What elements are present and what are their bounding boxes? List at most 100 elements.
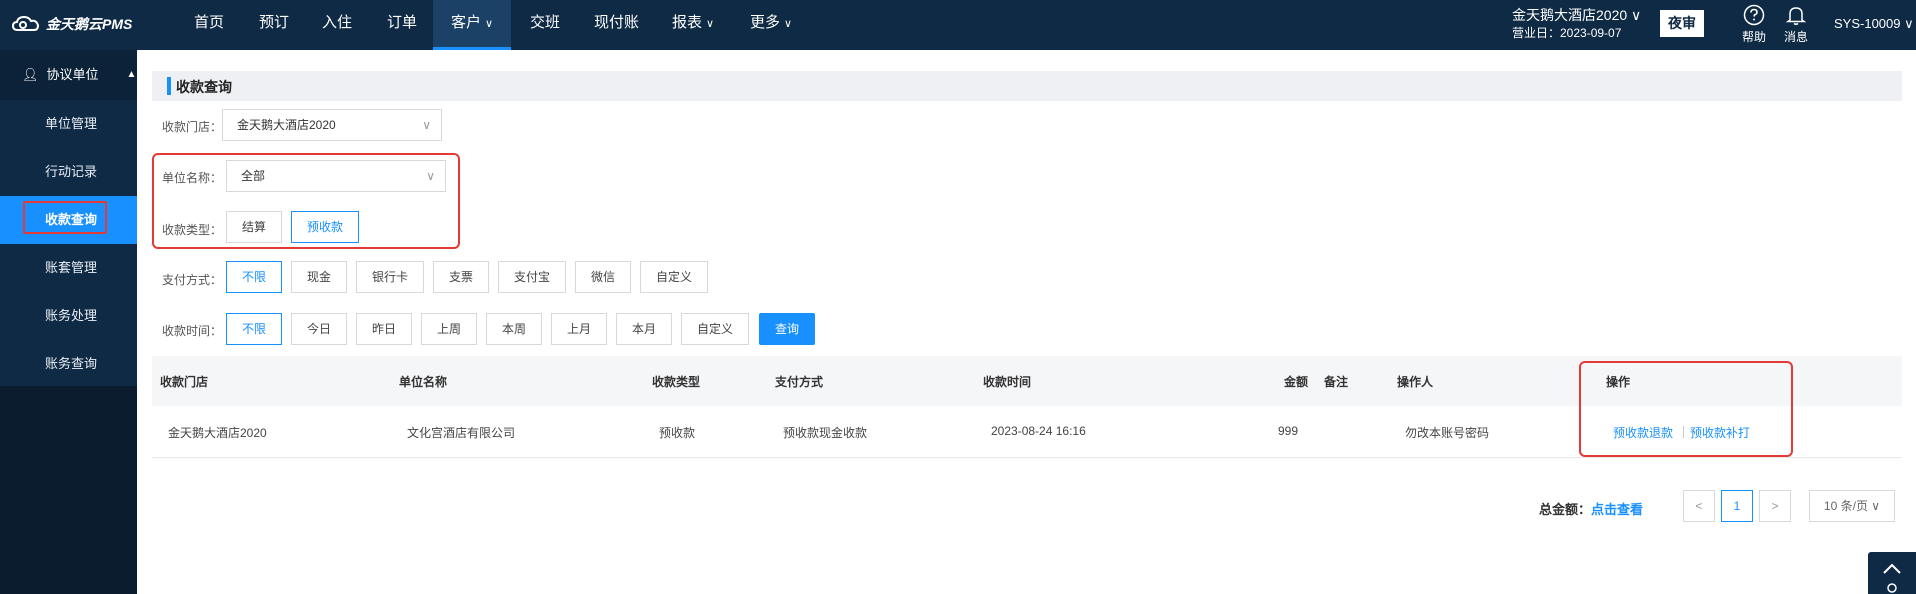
user-menu[interactable]: SYS-10009 ∨ bbox=[1834, 16, 1914, 32]
cell-amount: 999 bbox=[1278, 424, 1299, 438]
messages-button[interactable]: 消息 bbox=[1776, 4, 1816, 45]
help-label: 帮助 bbox=[1741, 30, 1766, 44]
store-label: 收款门店： bbox=[162, 120, 223, 134]
nav-item-cash-account[interactable]: 现付账 bbox=[594, 0, 639, 50]
sidebar-item-unit-management[interactable]: 单位管理 bbox=[0, 100, 137, 148]
unit-select[interactable]: 全部 ∨ bbox=[226, 160, 446, 192]
type-option-settlement[interactable]: 结算 bbox=[226, 211, 282, 243]
time-option-any[interactable]: 不限 bbox=[226, 313, 282, 345]
time-option-today[interactable]: 今日 bbox=[291, 313, 347, 345]
nav-item-booking[interactable]: 预订 bbox=[259, 0, 289, 50]
nav-label: 入住 bbox=[322, 14, 353, 31]
unit-label: 单位名称： bbox=[162, 171, 223, 185]
pay-option-any[interactable]: 不限 bbox=[226, 261, 282, 293]
nav-label: 报表 bbox=[672, 14, 703, 31]
chevron-up-icon: ▲ bbox=[126, 69, 137, 80]
sidebar-item-label: 行动记录 bbox=[45, 164, 98, 179]
time-option-last-week[interactable]: 上周 bbox=[421, 313, 477, 345]
sidebar-item-label: 账务处理 bbox=[45, 308, 98, 323]
chevron-down-icon: ∨ bbox=[485, 18, 494, 30]
sidebar-item-account-sets[interactable]: 账套管理 bbox=[0, 244, 137, 292]
pay-label: 支付方式： bbox=[162, 273, 223, 287]
store-select-value: 金天鹅大酒店2020 bbox=[237, 118, 336, 132]
hotel-name: 金天鹅大酒店2020 ∨ bbox=[1512, 7, 1642, 23]
bell-icon bbox=[1785, 7, 1807, 25]
sidebar-item-account-query[interactable]: 账务查询 bbox=[0, 340, 137, 388]
time-option-last-month[interactable]: 上月 bbox=[551, 313, 607, 345]
col-remark: 备注 bbox=[1324, 375, 1349, 389]
cell-store: 金天鹅大酒店2020 bbox=[168, 426, 267, 440]
nav-item-home[interactable]: 首页 bbox=[194, 0, 224, 50]
nav-item-more[interactable]: 更多 ∨ bbox=[750, 0, 792, 50]
cloud-logo-icon bbox=[12, 15, 39, 31]
col-method: 支付方式 bbox=[775, 375, 824, 389]
sidebar-group-label: 协议单位 bbox=[46, 67, 99, 82]
chevron-down-icon: ∨ bbox=[706, 18, 715, 30]
top-nav-bar: 金天鹅云PMS 首页 预订 入住 订单 客户 ∨ 交班 现付账 报表 ∨ 更多 ∨ 金… bbox=[0, 0, 1916, 50]
sidebar-item-payment-query[interactable]: 收款查询 bbox=[0, 196, 137, 244]
nav-label: 预订 bbox=[259, 14, 290, 31]
time-option-yesterday[interactable]: 昨日 bbox=[356, 313, 412, 345]
nav-item-checkin[interactable]: 入住 bbox=[322, 0, 352, 50]
brand-logo[interactable]: 金天鹅云PMS bbox=[12, 14, 132, 34]
back-to-top-button[interactable] bbox=[1868, 552, 1916, 594]
next-page-button[interactable]: > bbox=[1759, 490, 1791, 522]
query-button[interactable]: 查询 bbox=[759, 313, 815, 345]
night-audit-button[interactable]: 夜审 bbox=[1660, 10, 1704, 37]
pay-option-alipay[interactable]: 支付宝 bbox=[498, 261, 566, 293]
time-option-custom[interactable]: 自定义 bbox=[681, 313, 749, 345]
sidebar-footer-bg bbox=[0, 386, 137, 594]
nav-label: 首页 bbox=[194, 14, 225, 31]
type-option-advance[interactable]: 预收款 bbox=[291, 211, 359, 243]
sidebar-group-agreement-units[interactable]: 👤︎ 协议单位 ▲ bbox=[0, 50, 137, 100]
col-type: 收款类型 bbox=[652, 375, 701, 389]
chevron-down-icon: ∨ bbox=[422, 118, 431, 132]
cell-time: 2023-08-24 16:16 bbox=[991, 424, 1086, 438]
nav-label: 交班 bbox=[530, 14, 561, 31]
messages-label: 消息 bbox=[1783, 30, 1808, 44]
nav-item-customers[interactable]: 客户 ∨ bbox=[433, 0, 511, 50]
col-unit: 单位名称 bbox=[399, 375, 448, 389]
sidebar-item-label: 账务查询 bbox=[45, 356, 98, 371]
total-amount: 总金额：点击查看 bbox=[1539, 499, 1643, 518]
hotel-selector[interactable]: 金天鹅大酒店2020 ∨ 营业日：2023-09-07 bbox=[1512, 6, 1641, 42]
business-date: 营业日：2023-09-07 bbox=[1512, 26, 1622, 40]
chevron-down-icon: ∨ bbox=[426, 169, 435, 183]
help-button[interactable]: 帮助 bbox=[1734, 4, 1774, 45]
cell-unit: 文化宫酒店有限公司 bbox=[407, 426, 516, 440]
sidebar-item-label: 单位管理 bbox=[45, 116, 98, 131]
nav-label: 订单 bbox=[387, 14, 418, 31]
page-size-select[interactable]: 10 条/页 ∨ bbox=[1809, 490, 1895, 522]
total-label: 总金额： bbox=[1539, 502, 1592, 517]
page-title: 收款查询 bbox=[176, 79, 232, 95]
type-label: 收款类型： bbox=[162, 223, 223, 237]
sidebar-item-label: 账套管理 bbox=[45, 260, 98, 275]
nav-label: 更多 bbox=[750, 14, 781, 31]
time-option-this-week[interactable]: 本周 bbox=[486, 313, 542, 345]
col-amount: 金额 bbox=[1284, 375, 1309, 389]
col-time: 收款时间 bbox=[983, 375, 1032, 389]
page-1-button[interactable]: 1 bbox=[1721, 490, 1753, 522]
time-option-this-month[interactable]: 本月 bbox=[616, 313, 672, 345]
pay-option-wechat[interactable]: 微信 bbox=[575, 261, 631, 293]
col-store: 收款门店 bbox=[160, 375, 209, 389]
nav-item-shift[interactable]: 交班 bbox=[530, 0, 560, 50]
highlight-box bbox=[23, 201, 107, 234]
pay-option-cash[interactable]: 现金 bbox=[291, 261, 347, 293]
sidebar-item-action-log[interactable]: 行动记录 bbox=[0, 148, 137, 196]
pay-option-custom[interactable]: 自定义 bbox=[640, 261, 708, 293]
nav-label: 客户 bbox=[451, 14, 482, 31]
pay-option-bankcard[interactable]: 银行卡 bbox=[356, 261, 424, 293]
nav-item-orders[interactable]: 订单 bbox=[387, 0, 417, 50]
sidebar-item-account-processing[interactable]: 账务处理 bbox=[0, 292, 137, 340]
chevron-down-icon: ∨ bbox=[784, 18, 793, 30]
prev-page-button[interactable]: < bbox=[1683, 490, 1715, 522]
nav-item-reports[interactable]: 报表 ∨ bbox=[672, 0, 714, 50]
time-label: 收款时间： bbox=[162, 324, 223, 338]
chevron-up-icon bbox=[1883, 563, 1901, 593]
pay-option-check[interactable]: 支票 bbox=[433, 261, 489, 293]
col-operator: 操作人 bbox=[1397, 375, 1434, 389]
view-total-link[interactable]: 点击查看 bbox=[1591, 502, 1643, 517]
store-select[interactable]: 金天鹅大酒店2020 ∨ bbox=[222, 109, 442, 141]
help-icon bbox=[1743, 4, 1765, 26]
